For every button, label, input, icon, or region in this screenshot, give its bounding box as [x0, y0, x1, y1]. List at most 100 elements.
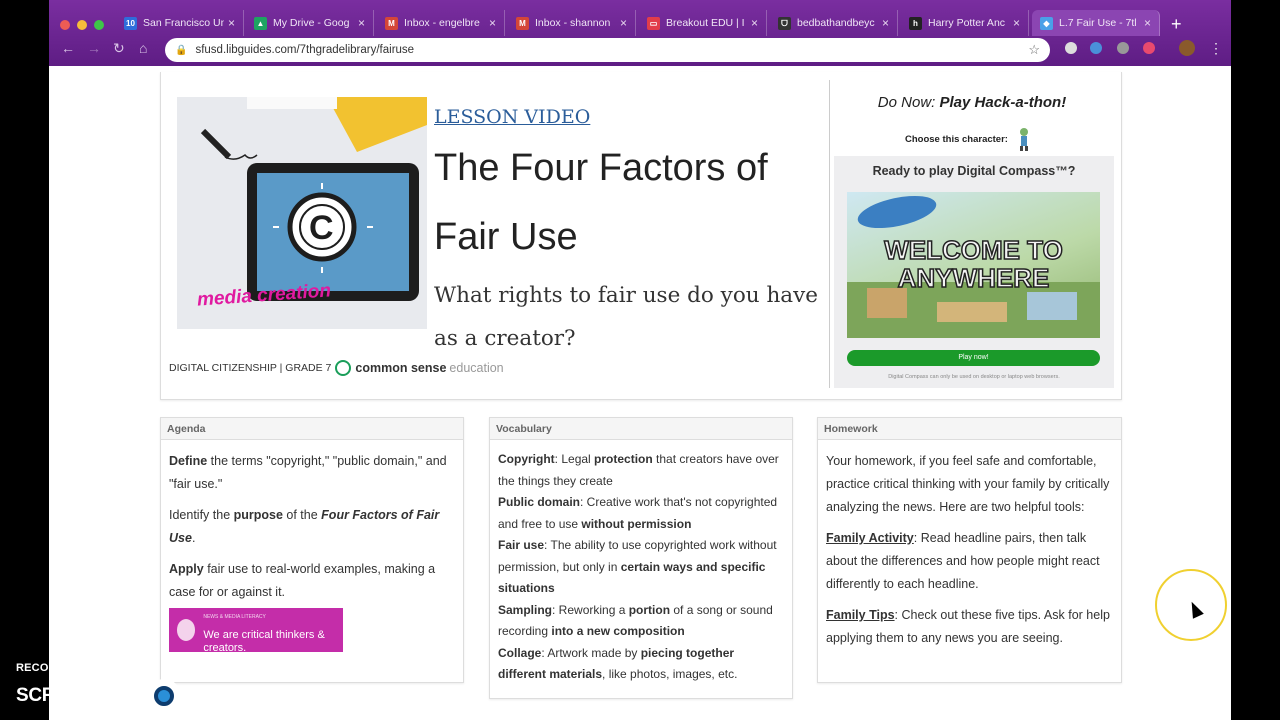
agenda-box: Agenda Define the terms "copyright," "pu… — [160, 417, 464, 683]
profile-avatar[interactable] — [1179, 40, 1195, 56]
svg-text:C: C — [309, 209, 334, 247]
media-literacy-badge[interactable]: NEWS & MEDIA LITERACY We are critical th… — [169, 608, 343, 654]
badge-text: We are critical thinkers & creators. — [203, 628, 325, 654]
maximize-window-button[interactable] — [94, 20, 104, 30]
bookmark-star-icon[interactable]: ☆ — [1028, 42, 1040, 58]
extension-icon[interactable] — [1090, 42, 1102, 54]
vocabulary-box: Vocabulary Copyright: Legal protection t… — [489, 417, 793, 699]
vocabulary-heading: Vocabulary — [490, 418, 792, 440]
agenda-item: Identify the purpose of the Four Factors… — [169, 508, 440, 545]
vocab-term: Sampling — [498, 602, 553, 617]
address-bar[interactable]: 🔒 sfusd.libguides.com/7thgradelibrary/fa… — [165, 38, 1050, 62]
menu-icon[interactable]: ⋮ — [1209, 40, 1223, 57]
watermark-right: MATIC — [183, 685, 242, 706]
home-button[interactable]: ⌂ — [139, 40, 147, 56]
watermark-left: SCREENCAST — [16, 685, 144, 706]
do-now-title: Do Now: Play Hack-a-thon! — [830, 94, 1114, 111]
tab-title: Inbox - engelbre — [404, 17, 480, 29]
browser-tab[interactable]: ◆ L.7 Fair Use - 7tl × — [1032, 10, 1160, 36]
url-text: sfusd.libguides.com/7thgradelibrary/fair… — [195, 44, 415, 56]
lesson-header-panel: C media creation LESSON VIDEO The Four F… — [160, 72, 1122, 400]
vocab-term: Fair use — [498, 538, 545, 552]
watermark-recorded-with: RECORDED WITH — [16, 662, 113, 674]
lesson-video-link[interactable]: LESSON VIDEO — [434, 106, 590, 128]
close-tab-icon[interactable]: × — [489, 16, 496, 30]
vocab-term: Collage — [498, 645, 542, 660]
extension-icon[interactable] — [1065, 42, 1077, 54]
page-title: The Four Factors of Fair Use — [434, 147, 768, 258]
reload-button[interactable]: ↻ — [113, 40, 125, 57]
vocab-entry: Copyright: Legal protection that creator… — [498, 449, 784, 492]
character-icon[interactable] — [1016, 126, 1032, 152]
tab-title: Inbox - shannon — [535, 17, 611, 29]
browser-tab[interactable]: M Inbox - shannon × — [508, 10, 636, 36]
tab-favicon-icon: 10 — [124, 16, 137, 30]
vocab-entry: Collage: Artwork made by piecing togethe… — [498, 643, 784, 686]
vocab-entry: Fair use: The ability to use copyrighted… — [498, 535, 784, 600]
brand-suffix: education — [449, 361, 504, 375]
close-tab-icon[interactable]: × — [1144, 16, 1151, 30]
digital-compass-widget: Ready to play Digital Compass™? WELCOME … — [834, 156, 1114, 388]
brand-name: common sense — [355, 361, 447, 375]
vocab-term: Copyright — [498, 452, 555, 466]
minimize-window-button[interactable] — [77, 20, 87, 30]
tab-title: bedbathandbeyc — [797, 17, 875, 29]
tab-strip: 10 San Francisco Un × ▲ My Drive - Goog × M Inb… — [49, 6, 1231, 36]
homework-intro: Your homework, if you feel safe and comf… — [826, 454, 1110, 514]
vocab-term: Public domain — [498, 495, 581, 509]
tab-favicon-icon: ▲ — [254, 16, 267, 30]
vocab-definition: : Legal — [554, 452, 595, 466]
close-tab-icon[interactable]: × — [882, 16, 889, 30]
screencast-watermark: RECORDED WITH SCREENCAST MATIC — [16, 662, 241, 713]
tab-title: Breakout EDU | I — [666, 17, 745, 29]
new-tab-button[interactable]: + — [1171, 14, 1182, 35]
vocab-entry: Sampling: Reworking a portion of a song … — [498, 600, 784, 643]
vocab-definition: : Artwork made by — [541, 645, 641, 660]
tab-title: Harry Potter Anc — [928, 17, 1006, 29]
close-tab-icon[interactable]: × — [228, 16, 235, 30]
browser-tab[interactable]: ᗜ bedbathandbeyc × — [770, 10, 898, 36]
forward-button[interactable]: → — [87, 40, 101, 56]
family-activity-link[interactable]: Family Activity — [826, 531, 914, 545]
extension-icon[interactable] — [1117, 42, 1129, 54]
extension-icon[interactable] — [1143, 42, 1155, 54]
close-tab-icon[interactable]: × — [751, 16, 758, 30]
welcome-anywhere-artwork[interactable]: WELCOME TO ANYWHERE — [847, 192, 1100, 338]
screencast-lens-icon — [146, 679, 181, 713]
badge-category: NEWS & MEDIA LITERACY — [203, 613, 266, 620]
browser-tab[interactable]: 10 San Francisco Un × — [116, 10, 244, 36]
grade-label: DIGITAL CITIZENSHIP | GRADE 7 — [169, 362, 332, 374]
family-tips-link[interactable]: Family Tips — [826, 608, 895, 622]
close-window-button[interactable] — [60, 20, 70, 30]
play-now-button[interactable]: Play now! — [847, 350, 1100, 366]
do-now-panel: Do Now: Play Hack-a-thon! Choose this ch… — [829, 80, 1114, 388]
vocab-emphasis: protection — [594, 452, 653, 466]
tab-favicon-icon: ◆ — [1040, 16, 1053, 30]
do-now-prefix: Do Now: — [877, 94, 936, 111]
compass-title: Ready to play Digital Compass™? — [872, 164, 1076, 178]
lesson-image: C media creation — [177, 97, 427, 329]
tab-favicon-icon: M — [516, 16, 529, 30]
tab-title: L.7 Fair Use - 7tl — [1059, 17, 1137, 29]
tab-title: San Francisco Un — [143, 17, 224, 29]
toolbar: ← → ↻ ⌂ 🔒 sfusd.libguides.com/7thgradeli… — [49, 36, 1231, 64]
lightbulb-icon — [177, 619, 196, 641]
browser-tab[interactable]: h Harry Potter Anc × — [901, 10, 1029, 36]
agenda-item: Apply fair use to real-world examples, m… — [169, 562, 436, 599]
choose-character: Choose this character: — [905, 126, 1032, 152]
close-tab-icon[interactable]: × — [358, 16, 365, 30]
vocab-emphasis: portion — [628, 602, 671, 617]
browser-tab[interactable]: ▲ My Drive - Goog × — [246, 10, 374, 36]
close-tab-icon[interactable]: × — [620, 16, 627, 30]
browser-tab[interactable]: ▭ Breakout EDU | I × — [639, 10, 767, 36]
tab-favicon-icon: M — [385, 16, 398, 30]
lock-icon: 🔒 — [175, 44, 188, 56]
choose-character-label: Choose this character: — [905, 133, 1008, 145]
close-tab-icon[interactable]: × — [1013, 16, 1020, 30]
browser-tab[interactable]: M Inbox - engelbre × — [377, 10, 505, 36]
tab-favicon-icon: ᗜ — [778, 16, 791, 30]
vocab-definition: : Reworking a — [552, 602, 629, 617]
family-activity-item: Family Activity: Read headline pairs, th… — [826, 531, 1100, 591]
vocab-emphasis: without permission — [581, 516, 692, 531]
back-button[interactable]: ← — [61, 40, 75, 56]
